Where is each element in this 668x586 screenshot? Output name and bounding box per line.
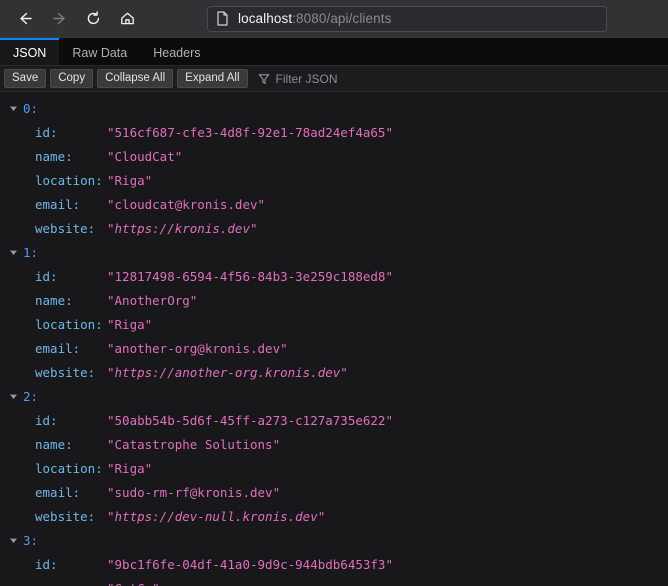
json-content-panel: 0:id:"516cf687-cfe3-4d8f-92e1-78ad24ef4a…	[0, 92, 668, 586]
json-property-row: website:"https://another-org.kronis.dev"	[0, 360, 668, 384]
json-property-key: name:	[35, 437, 107, 452]
json-property-key: id:	[35, 413, 107, 428]
json-property-key: name:	[35, 293, 107, 308]
tab-json-label: JSON	[13, 46, 46, 60]
tab-json[interactable]: JSON	[0, 38, 59, 65]
reload-icon	[85, 10, 102, 27]
filter-json-input[interactable]: Filter JSON	[258, 69, 664, 89]
json-property-key: location:	[35, 173, 107, 188]
tab-headers-label: Headers	[153, 46, 200, 60]
json-property-key: name:	[35, 581, 107, 586]
json-property-value: "Riga"	[107, 173, 152, 188]
json-property-key: website:	[35, 509, 107, 524]
json-property-key: website:	[35, 365, 107, 380]
json-property-row: location:"Riga"	[0, 456, 668, 480]
json-property-key: email:	[35, 197, 107, 212]
json-property-row: name:"Catastrophe Solutions"	[0, 432, 668, 456]
json-property-row: email:"another-org@kronis.dev"	[0, 336, 668, 360]
json-array-entry-header[interactable]: 0:	[0, 96, 668, 120]
json-array-entry-header[interactable]: 3:	[0, 528, 668, 552]
json-property-key: location:	[35, 317, 107, 332]
triangle-down-icon[interactable]	[8, 391, 18, 401]
copy-button[interactable]: Copy	[50, 69, 93, 88]
json-array-entry-header[interactable]: 1:	[0, 240, 668, 264]
json-property-value: "516cf687-cfe3-4d8f-92e1-78ad24ef4a65"	[107, 125, 393, 140]
json-property-value: "Riga"	[107, 317, 152, 332]
document-icon	[216, 11, 229, 26]
viewer-tabbar: JSON Raw Data Headers	[0, 38, 668, 66]
triangle-down-icon[interactable]	[8, 247, 18, 257]
json-property-row: location:"Riga"	[0, 168, 668, 192]
json-array-index: 2:	[23, 389, 38, 404]
collapse-all-button[interactable]: Collapse All	[97, 69, 173, 88]
json-property-key: name:	[35, 149, 107, 164]
json-property-row: id:"9bc1f6fe-04df-41a0-9d9c-944bdb6453f3…	[0, 552, 668, 576]
expand-all-button[interactable]: Expand All	[177, 69, 247, 88]
json-property-value: "CatCo"	[107, 581, 160, 586]
urlbar-container: localhost:8080/api/clients	[144, 6, 660, 32]
url-path: :8080/api/clients	[292, 11, 391, 26]
filter-json-placeholder: Filter JSON	[276, 72, 338, 86]
arrow-right-icon	[51, 10, 68, 27]
json-property-value: "sudo-rm-rf@kronis.dev"	[107, 485, 280, 500]
url-text: localhost:8080/api/clients	[238, 11, 391, 26]
home-button[interactable]	[110, 4, 144, 34]
funnel-icon	[258, 73, 270, 85]
json-property-key: email:	[35, 341, 107, 356]
json-property-row: name:"CloudCat"	[0, 144, 668, 168]
json-array-index: 1:	[23, 245, 38, 260]
json-property-row: website:"https://dev-null.kronis.dev"	[0, 504, 668, 528]
json-property-value: "CloudCat"	[107, 149, 182, 164]
url-host: localhost	[238, 11, 292, 26]
back-button[interactable]	[8, 4, 42, 34]
json-property-key: email:	[35, 485, 107, 500]
json-property-value-link[interactable]: "https://dev-null.kronis.dev"	[107, 509, 325, 524]
browser-nav-toolbar: localhost:8080/api/clients	[0, 0, 668, 38]
json-property-value: "cloudcat@kronis.dev"	[107, 197, 265, 212]
address-bar[interactable]: localhost:8080/api/clients	[207, 6, 607, 32]
json-property-value: "AnotherOrg"	[107, 293, 197, 308]
forward-button[interactable]	[42, 4, 76, 34]
json-property-key: id:	[35, 269, 107, 284]
tab-raw-data-label: Raw Data	[72, 46, 127, 60]
json-property-key: location:	[35, 461, 107, 476]
json-property-key: website:	[35, 221, 107, 236]
arrow-left-icon	[17, 10, 34, 27]
json-property-value: "Riga"	[107, 461, 152, 476]
json-property-value-link[interactable]: "https://kronis.dev"	[107, 221, 258, 236]
json-array-index: 3:	[23, 533, 38, 548]
json-property-key: id:	[35, 557, 107, 572]
json-property-value: "another-org@kronis.dev"	[107, 341, 288, 356]
json-property-key: id:	[35, 125, 107, 140]
json-property-row: name:"AnotherOrg"	[0, 288, 668, 312]
home-icon	[119, 10, 136, 27]
json-property-value: "Catastrophe Solutions"	[107, 437, 280, 452]
json-property-value: "50abb54b-5d6f-45ff-a273-c127a735e622"	[107, 413, 393, 428]
triangle-down-icon[interactable]	[8, 535, 18, 545]
json-property-row: id:"50abb54b-5d6f-45ff-a273-c127a735e622…	[0, 408, 668, 432]
json-array-entry-header[interactable]: 2:	[0, 384, 668, 408]
json-property-value: "12817498-6594-4f56-84b3-3e259c188ed8"	[107, 269, 393, 284]
tab-raw-data[interactable]: Raw Data	[59, 38, 140, 65]
json-property-value-link[interactable]: "https://another-org.kronis.dev"	[107, 365, 348, 380]
json-property-row: email:"sudo-rm-rf@kronis.dev"	[0, 480, 668, 504]
json-property-row: id:"516cf687-cfe3-4d8f-92e1-78ad24ef4a65…	[0, 120, 668, 144]
json-property-row: email:"cloudcat@kronis.dev"	[0, 192, 668, 216]
json-property-row: location:"Riga"	[0, 312, 668, 336]
triangle-down-icon[interactable]	[8, 103, 18, 113]
json-property-row: website:"https://kronis.dev"	[0, 216, 668, 240]
json-property-row: id:"12817498-6594-4f56-84b3-3e259c188ed8…	[0, 264, 668, 288]
json-property-value: "9bc1f6fe-04df-41a0-9d9c-944bdb6453f3"	[107, 557, 393, 572]
json-array-index: 0:	[23, 101, 38, 116]
json-viewer-toolbar: Save Copy Collapse All Expand All Filter…	[0, 66, 668, 92]
reload-button[interactable]	[76, 4, 110, 34]
save-button[interactable]: Save	[4, 69, 46, 88]
tab-headers[interactable]: Headers	[140, 38, 213, 65]
